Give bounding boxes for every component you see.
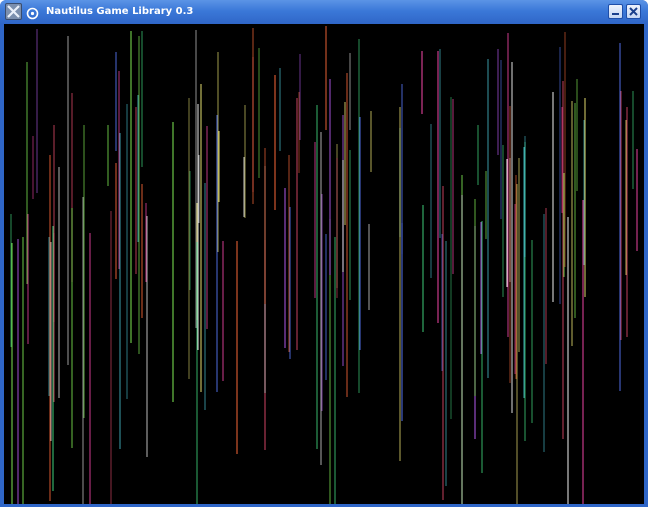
close-icon	[629, 7, 638, 16]
game-canvas[interactable]	[4, 24, 644, 504]
close-button[interactable]	[626, 4, 641, 19]
window-menu-icon[interactable]	[26, 5, 39, 20]
window-title: Nautilus Game Library 0.3	[46, 6, 194, 17]
minimize-icon	[612, 13, 619, 15]
minimize-button[interactable]	[608, 4, 623, 19]
title-bar[interactable]: Nautilus Game Library 0.3	[0, 0, 648, 24]
app-icon[interactable]	[5, 3, 22, 20]
app-window: Nautilus Game Library 0.3	[0, 0, 648, 507]
rain-streaks	[10, 26, 638, 504]
